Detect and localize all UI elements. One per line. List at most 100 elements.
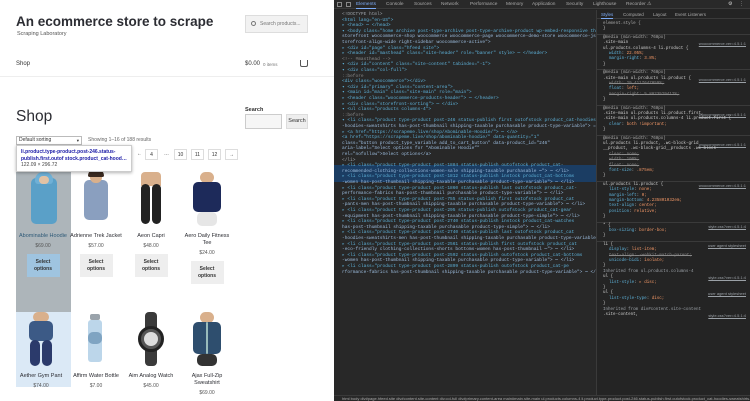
style-property-value[interactable]: ▸ disc; <box>639 281 657 285</box>
style-property-value[interactable]: 3.8%; <box>644 57 657 61</box>
product-name[interactable]: Aeon Capri <box>125 233 177 240</box>
product-image[interactable] <box>125 172 177 228</box>
style-property-value[interactable]: 29.4117647059%; <box>627 82 665 86</box>
style-rule-text[interactable]: } <box>603 174 606 179</box>
style-property-name[interactable]: box-sizing <box>609 229 634 233</box>
stylesheet-source-link[interactable]: style.css?ver=4.5.1:4 <box>708 313 746 318</box>
product-name[interactable]: Aether Gym Pant <box>15 373 67 380</box>
style-property-name[interactable]: float <box>609 164 622 168</box>
tab-computed[interactable]: Computed <box>623 11 644 19</box>
style-property-value[interactable]: 22.05%; <box>627 52 645 56</box>
tab-elements[interactable]: Elements <box>356 1 376 9</box>
product-card[interactable]: Adrienne Trek Jacket $57.00 Select optio… <box>70 170 122 277</box>
style-property-name[interactable]: width <box>609 82 622 86</box>
tab-lighthouse[interactable]: Lighthouse <box>593 1 616 9</box>
product-card[interactable]: Affirm Water Bottle $7.00 <box>70 312 122 389</box>
stylesheet-source-link[interactable]: style.css?ver=4.5.1:4 <box>708 275 746 280</box>
gear-icon[interactable]: ⚙ <box>728 1 732 9</box>
style-property-name[interactable]: width <box>609 52 622 56</box>
more-icon[interactable]: ⋮ <box>739 1 744 9</box>
dom-node-line[interactable]: rformance-fabrics has-post-thumbnail shi… <box>342 270 596 276</box>
product-card[interactable]: Ajax Full-Zip Sweatshirt $69.00 <box>181 312 233 396</box>
tab-styles[interactable]: Styles <box>601 11 614 19</box>
nav-shop-link[interactable]: Shop <box>16 61 30 67</box>
style-property-value[interactable]: none; <box>627 164 640 168</box>
tab-event-listeners[interactable]: Event Listeners <box>675 11 706 19</box>
style-property-value[interactable]: none; <box>639 188 652 192</box>
dom-breadcrumb[interactable]: html body div#page.hfeed.site div#conten… <box>334 395 750 401</box>
inspect-element-icon[interactable] <box>337 2 342 7</box>
style-property-name[interactable]: text-align <box>609 204 634 208</box>
product-image[interactable] <box>17 172 69 228</box>
product-card[interactable]: Aim Analog Watch $45.00 <box>125 312 177 389</box>
style-property-name[interactable]: clear <box>609 153 622 157</box>
tab-console[interactable]: Console <box>386 1 404 9</box>
search-input[interactable]: Search products... <box>245 15 308 33</box>
style-property[interactable]: clear: both !important; <box>609 123 667 128</box>
select-options-button[interactable]: Select options <box>134 254 168 277</box>
sort-select[interactable]: Default sorting ▾ <box>16 136 82 145</box>
tab-sources[interactable]: Sources <box>414 1 432 9</box>
style-property-name[interactable]: clear <box>609 123 622 127</box>
search-widget-input[interactable] <box>245 114 282 129</box>
pagination-next[interactable]: → <box>225 149 238 160</box>
stylesheet-source-link[interactable]: woocommerce.ver=4.5.1:1 <box>699 183 746 188</box>
style-property-value[interactable]: -webkit-match-parent; <box>639 254 692 258</box>
style-selector[interactable]: .site-content, <box>603 313 638 318</box>
select-options-button[interactable]: Select options <box>190 261 224 284</box>
stylesheet-source-link[interactable]: woocommerce.ver=4.5.1:1 <box>699 77 746 82</box>
select-options-button[interactable]: Select options <box>79 254 113 277</box>
product-image[interactable] <box>70 312 122 368</box>
stylesheet-source-link[interactable]: woocommerce.ver=4.5.1:1 <box>699 41 746 46</box>
product-card[interactable]: Aeon Capri $48.00 Select options <box>125 172 177 277</box>
tab-memory[interactable]: Memory <box>506 1 523 9</box>
product-image[interactable] <box>181 172 233 228</box>
style-property[interactable]: font-size: .875em; <box>609 169 654 174</box>
style-property-name[interactable]: margin-right <box>609 93 639 97</box>
search-button[interactable]: Search <box>286 114 308 129</box>
style-property-name[interactable]: margin-left <box>609 194 637 198</box>
styles-pane[interactable]: Styles Computed Layout Event Listeners e… <box>596 10 750 396</box>
style-property[interactable]: unicode-bidi: isolate; <box>609 259 664 264</box>
device-toolbar-icon[interactable] <box>346 2 351 7</box>
product-name[interactable]: Adrienne Trek Jacket <box>70 233 122 240</box>
style-property-name[interactable]: margin-right <box>609 57 639 61</box>
style-property-value[interactable]: isolate; <box>644 259 664 263</box>
product-name[interactable]: Aero Daily Fitness Tee <box>181 233 233 247</box>
style-property-value[interactable]: disc; <box>652 297 665 301</box>
style-property-value[interactable]: 0; <box>642 194 647 198</box>
style-rule-text[interactable]: } <box>603 98 606 103</box>
product-name[interactable]: Affirm Water Bottle <box>70 373 122 380</box>
style-rule-text[interactable]: element.style { <box>603 22 641 27</box>
style-property-value[interactable]: 5.8823529412%; <box>644 93 679 97</box>
style-property-name[interactable]: list-style <box>609 188 634 192</box>
product-name[interactable]: Aim Analog Watch <box>125 373 177 380</box>
tab-performance[interactable]: Performance <box>470 1 497 9</box>
style-property-name[interactable]: list-style-type <box>609 297 647 301</box>
tab-recorder[interactable]: Recorder ⚠ <box>626 1 651 9</box>
style-rule-text[interactable]: } <box>603 63 606 68</box>
style-property[interactable]: position: relative; <box>609 210 657 215</box>
style-property-value[interactable]: none; <box>627 153 640 157</box>
stylesheet-source-link[interactable]: style.css?ver=4.5.1:4 <box>708 224 746 229</box>
style-property[interactable]: box-sizing: border-box; <box>609 229 667 234</box>
style-rule-text[interactable]: } <box>603 234 606 239</box>
cart-icon[interactable] <box>300 60 308 67</box>
style-property-value[interactable]: .875em; <box>637 169 655 173</box>
stylesheet-source-link[interactable]: user agent stylesheet <box>708 243 746 248</box>
style-property-value[interactable]: left; <box>627 87 640 91</box>
pagination-page[interactable]: 11 <box>191 149 204 160</box>
product-image[interactable] <box>15 312 67 368</box>
tab-security[interactable]: Security <box>566 1 583 9</box>
product-image[interactable] <box>70 170 122 228</box>
style-property-name[interactable]: float <box>609 87 622 91</box>
style-property-name[interactable]: display <box>609 248 627 252</box>
style-property-name[interactable]: text-align <box>609 254 634 258</box>
pagination-page[interactable]: 10 <box>174 149 187 160</box>
style-rule-text[interactable]: } <box>603 128 606 133</box>
product-image[interactable] <box>181 312 233 368</box>
style-property[interactable]: margin-right: 3.8%; <box>609 57 657 62</box>
style-property-name[interactable]: width <box>609 158 622 162</box>
style-property-value[interactable]: both !important; <box>627 123 667 127</box>
style-property-name[interactable]: position <box>609 210 629 214</box>
